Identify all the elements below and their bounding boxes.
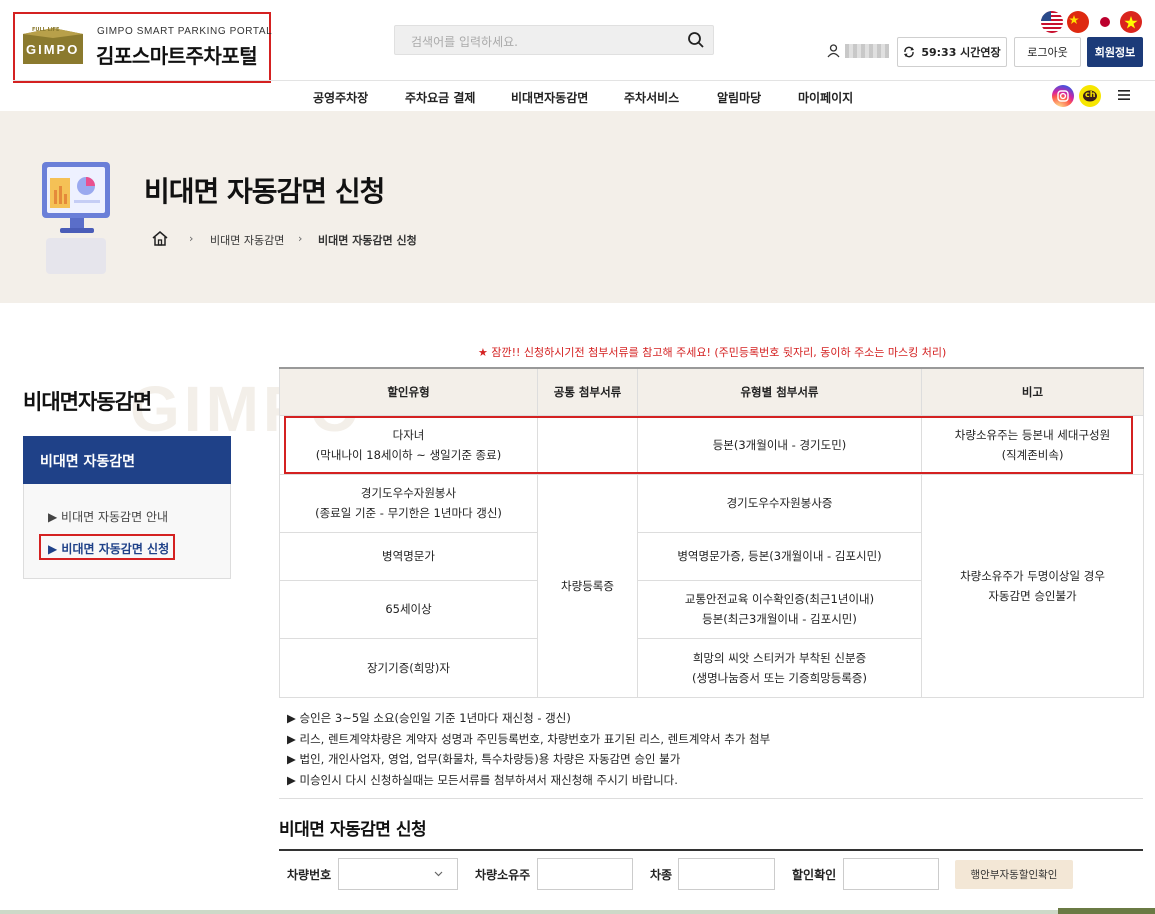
nav-item-notice[interactable]: 알림마당 <box>717 89 761 106</box>
kakao-channel-text: ch <box>1085 90 1096 99</box>
table-header: 유형별 첨부서류 <box>637 367 922 416</box>
session-extend-button[interactable]: 59:33 시간연장 <box>897 37 1007 67</box>
table-cell-type: 경기도우수자원봉사 (종료일 기준 - 무기한은 1년마다 갱신) <box>279 473 538 533</box>
note-item: ▶ 미승인시 다시 신청하실때는 모든서류를 첨부하셔서 재신청해 주시기 바랍… <box>287 772 678 787</box>
row-highlight-box <box>284 416 1133 474</box>
nav-item-parking-service[interactable]: 주차서비스 <box>624 89 679 106</box>
user-icon <box>827 44 840 58</box>
table-row: 경기도우수자원봉사 (종료일 기준 - 무기한은 1년마다 갱신) 차량등록증 경… <box>279 473 1144 698</box>
logo-subtitle: GIMPO SMART PARKING PORTAL <box>97 26 273 37</box>
nav-divider <box>13 80 1155 81</box>
breadcrumb-current: 비대면 자동감면 신청 <box>318 234 417 247</box>
instagram-icon[interactable] <box>1052 85 1074 107</box>
logo-mark-text: GIMPO <box>26 42 80 57</box>
logo-tagline: FULL LIFE <box>32 27 60 33</box>
car-number-select[interactable] <box>338 858 458 890</box>
nav-item-auto-discount[interactable]: 비대면자동감면 <box>511 89 588 106</box>
table-header: 비고 <box>921 367 1144 416</box>
car-owner-input[interactable] <box>537 858 633 890</box>
china-flag-icon[interactable] <box>1067 11 1089 33</box>
car-owner-label: 차량소유주 <box>475 868 531 882</box>
sidebar-highlight-box <box>39 534 175 560</box>
car-type-label: 차종 <box>650 868 673 882</box>
table-cell-type: 65세이상 <box>279 579 538 639</box>
sidebar-title: 비대면자동감면 <box>23 390 152 414</box>
logout-button[interactable]: 로그아웃 <box>1014 37 1081 67</box>
search-icon[interactable] <box>687 31 705 49</box>
search-box[interactable]: 검색어를 입력하세요. <box>394 25 714 55</box>
hamburger-menu-icon[interactable] <box>1118 90 1130 100</box>
table-cell-docs: 교통안전교육 이수확인증(최근1년이내) 등본(최근3개월이내 - 김포시민) <box>637 579 922 639</box>
corner-image <box>1058 908 1155 914</box>
table-header: 할인유형 <box>279 367 538 416</box>
note-item: ▶ 승인은 3~5일 소요(승인일 기준 1년마다 재신청 - 갱신) <box>287 711 571 725</box>
breadcrumb-separator-icon: › <box>298 232 303 245</box>
logo-title[interactable]: 김포스마트주차포털 <box>96 40 258 69</box>
notes-list: ▶ 승인은 3~5일 소요(승인일 기준 1년마다 재신청 - 갱신) ▶ 리스… <box>279 699 1143 799</box>
bottom-strip <box>0 910 1155 914</box>
sidebar-item-label: 비대면 자동감면 안내 <box>61 510 169 524</box>
sidebar-menu-head[interactable]: 비대면 자동감면 <box>23 436 231 484</box>
session-extend-label: 59:33 시간연장 <box>921 46 1001 59</box>
sidebar-item-guide[interactable]: ▶ 비대면 자동감면 안내 <box>48 508 168 525</box>
table-cell-note-merged: 차량소유주가 두명이상일 경우 자동감면 승인불가 <box>921 473 1144 698</box>
user-name-masked <box>845 44 889 58</box>
form-divider <box>279 849 1143 851</box>
notice-text: ★ 잠깐!! 신청하시기전 첨부서류를 참고해 주세요! (주민등록번호 뒷자리… <box>478 346 947 359</box>
logo-mark[interactable]: FULL LIFE GIMPO <box>23 27 83 64</box>
nav-item-mypage[interactable]: 마이페이지 <box>798 89 853 106</box>
breadcrumb-auto-discount[interactable]: 비대면 자동감면 <box>210 232 284 248</box>
car-number-label: 차량번호 <box>287 868 332 882</box>
table-cell-docs: 경기도우수자원봉사증 <box>637 473 922 533</box>
chevron-down-icon <box>434 871 443 877</box>
refresh-icon <box>904 46 915 58</box>
car-type-input[interactable] <box>678 858 775 890</box>
home-icon[interactable] <box>151 230 169 247</box>
table-cell-common-doc: 차량등록증 <box>537 473 638 698</box>
form-title: 비대면 자동감면 신청 <box>279 820 427 840</box>
table-cell-type: 장기기증(희망)자 <box>279 637 538 698</box>
page-title: 비대면 자동감면 신청 <box>144 175 385 208</box>
table-header: 공통 첨부서류 <box>537 367 638 416</box>
kakao-channel-icon[interactable]: ch <box>1079 85 1101 107</box>
table-cell-docs: 희망의 씨앗 스티커가 부착된 신분증 (생명나눔증서 또는 기증희망등록증) <box>637 637 922 698</box>
breadcrumb-separator-icon: › <box>189 232 194 245</box>
search-input[interactable]: 검색어를 입력하세요. <box>411 33 518 50</box>
discount-check-label: 할인확인 <box>792 868 837 882</box>
vietnam-flag-icon[interactable] <box>1120 11 1142 33</box>
discount-check-input[interactable] <box>843 858 939 890</box>
note-item: ▶ 리스, 렌트계약차량은 계약자 성명과 주민등록번호, 차량번호가 표기된 … <box>287 731 771 746</box>
member-info-button[interactable]: 회원정보 <box>1087 37 1143 67</box>
us-flag-icon[interactable] <box>1041 11 1063 33</box>
mois-discount-check-button[interactable]: 행안부자동할인확인 <box>955 860 1073 889</box>
monitor-illustration-icon <box>42 162 110 274</box>
nav-item-public-parking[interactable]: 공영주차장 <box>313 89 368 106</box>
note-item: ▶ 법인, 개인사업자, 영업, 업무(화물차, 특수차량등)용 차량은 자동감… <box>287 752 681 766</box>
nav-item-fee-payment[interactable]: 주차요금 결제 <box>405 89 475 106</box>
japan-flag-icon[interactable] <box>1094 11 1116 33</box>
table-cell-type: 병역명문가 <box>279 531 538 581</box>
table-cell-docs: 병역명문가증, 등본(3개월이내 - 김포시민) <box>637 531 922 581</box>
